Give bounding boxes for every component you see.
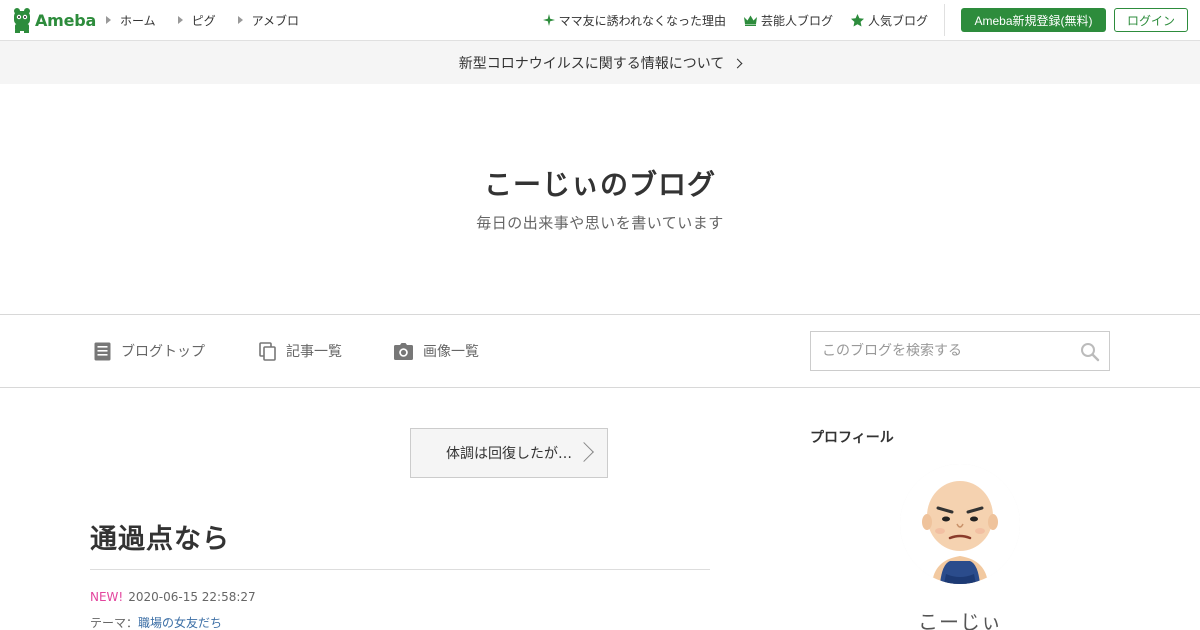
document-icon xyxy=(94,342,111,360)
profile-name-text: こーじぃ xyxy=(918,610,1002,630)
entry-title[interactable]: 通過点なら xyxy=(90,517,230,556)
header-links: ママ友に誘われなくなった理由 芸能人ブログ 人気ブログ xyxy=(525,0,928,40)
camera-icon xyxy=(394,342,413,360)
copy-icon xyxy=(259,341,276,361)
nav-image-list[interactable]: 画像一覧 xyxy=(394,341,479,361)
prev-entry-label: 体調は回復したが… xyxy=(446,446,572,462)
profile-name: こーじぃ xyxy=(900,606,1020,630)
blog-nav: ブログトップ 記事一覧 画像一覧 xyxy=(0,314,1200,388)
logo-text: Ameba xyxy=(35,10,97,30)
nav-blog-top[interactable]: ブログトップ xyxy=(94,341,205,361)
avatar-image xyxy=(900,464,1020,584)
search-icon[interactable] xyxy=(1080,342,1100,362)
link-popular-blog[interactable]: 人気ブログ xyxy=(850,12,928,29)
chevron-right-icon xyxy=(574,442,594,462)
notice-text: 新型コロナウイルスに関する情報について xyxy=(458,55,725,72)
nav-home[interactable]: ホーム xyxy=(106,12,156,29)
star-icon xyxy=(850,13,864,26)
nav-label: 記事一覧 xyxy=(286,344,342,360)
profile-heading: プロフィール xyxy=(810,430,894,446)
link-celebrity-blog[interactable]: 芸能人ブログ xyxy=(743,12,833,29)
crown-icon xyxy=(743,15,757,26)
nav-label: ブログトップ xyxy=(121,344,205,360)
avatar[interactable] xyxy=(900,464,1020,584)
link-label: 人気ブログ xyxy=(867,13,928,28)
caret-right-icon xyxy=(106,16,111,24)
sparkle-icon xyxy=(542,14,555,26)
nav-entry-list[interactable]: 記事一覧 xyxy=(259,341,342,361)
theme-prefix: テーマ： xyxy=(90,616,139,630)
register-button[interactable]: Ameba新規登録(無料) xyxy=(961,8,1106,32)
entry-theme: テーマ：職場の女友だち xyxy=(90,614,222,630)
entry-meta: NEW! 2020-06-15 22:58:27 xyxy=(90,590,256,604)
theme-link[interactable]: 職場の女友だち xyxy=(138,616,222,630)
ameba-logo[interactable]: Ameba xyxy=(12,7,96,33)
blog-description: 毎日の出来事や思いを書いています xyxy=(476,214,724,232)
link-mama-tomo[interactable]: ママ友に誘われなくなった理由 xyxy=(542,12,726,29)
link-label: 芸能人ブログ xyxy=(760,13,833,28)
login-button[interactable]: ログイン xyxy=(1114,8,1188,32)
divider xyxy=(90,569,710,570)
blog-search xyxy=(810,331,1110,371)
nav-label: ホーム xyxy=(120,13,156,28)
chevron-right-icon xyxy=(732,58,743,68)
link-label: ママ友に誘われなくなった理由 xyxy=(558,13,726,28)
new-badge: NEW! xyxy=(90,590,124,604)
nav-pigg[interactable]: ピグ xyxy=(177,12,216,29)
caret-right-icon xyxy=(177,16,183,24)
nav-label: ピグ xyxy=(191,13,216,28)
entry-datetime: 2020-06-15 22:58:27 xyxy=(128,590,256,604)
nav-label: アメブロ xyxy=(251,13,300,28)
global-nav: ホーム ピグ アメブロ xyxy=(106,0,321,40)
header-divider xyxy=(944,4,945,36)
global-header: Ameba ホーム ピグ アメブロ ママ友に誘われなくなった理由 芸能人ブログ … xyxy=(0,0,1200,41)
nav-label: 画像一覧 xyxy=(423,344,479,360)
blog-title[interactable]: こーじぃのブログ xyxy=(0,163,1200,203)
search-input[interactable] xyxy=(822,343,1072,359)
nav-ameblo[interactable]: アメブロ xyxy=(237,12,300,29)
ameba-mascot-icon xyxy=(14,8,30,33)
covid-notice-link[interactable]: 新型コロナウイルスに関する情報について xyxy=(0,41,1200,84)
prev-entry-button[interactable]: 体調は回復したが… xyxy=(410,428,608,478)
caret-right-icon xyxy=(237,16,243,24)
